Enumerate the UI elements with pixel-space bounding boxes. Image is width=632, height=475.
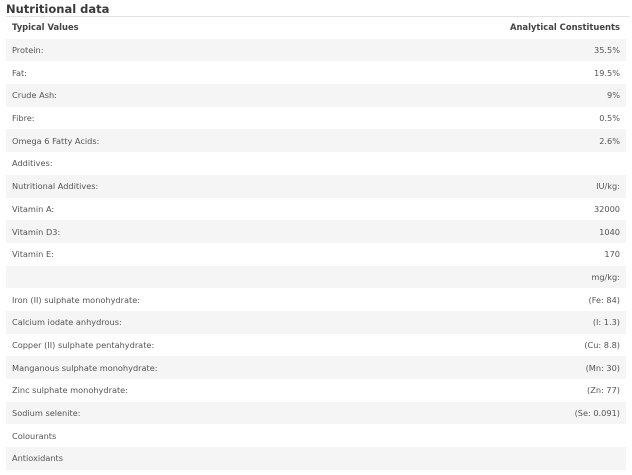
row-value: 19.5% xyxy=(593,67,620,78)
row-label: Copper (II) sulphate pentahydrate: xyxy=(12,339,155,350)
table-row: Vitamin A: 32000 xyxy=(6,198,626,221)
table-row: Sodium selenite: (Se: 0.091) xyxy=(6,401,626,425)
header-typical-values: Typical Values xyxy=(12,22,79,33)
row-label: Vitamin E: xyxy=(12,249,54,260)
row-value: 9% xyxy=(607,90,620,101)
row-label: Manganous sulphate monohydrate: xyxy=(12,362,158,373)
row-label: Vitamin D3: xyxy=(12,226,61,237)
row-value: (Se: 0.091) xyxy=(574,408,620,419)
table-row: Copper (II) sulphate pentahydrate: (Cu: … xyxy=(6,334,626,357)
row-value: (Mn: 30) xyxy=(585,362,620,373)
row-label: Omega 6 Fatty Acids: xyxy=(12,135,100,146)
row-value: 32000 xyxy=(593,203,620,214)
row-label: Antioxidants xyxy=(12,453,64,464)
table-row: Antioxidants xyxy=(6,447,626,470)
row-value: 1040 xyxy=(599,226,620,237)
row-label: Colourants xyxy=(12,430,57,441)
table-row: Iron (II) sulphate monohydrate: (Fe: 84) xyxy=(6,288,626,311)
header-analytical-constituents: Analytical Constituents xyxy=(509,22,620,33)
table-row: Protein: 35.5% xyxy=(6,38,626,62)
row-label: Additives: xyxy=(12,158,53,169)
row-label: Sodium selenite: xyxy=(12,408,81,419)
row-label: Calcium iodate anhydrous: xyxy=(12,317,122,328)
table-row: Zinc sulphate monohydrate: (Zn: 77) xyxy=(6,379,626,402)
nutritional-data-panel: Nutritional data Typical Values Analytic… xyxy=(0,0,632,475)
row-value: (I: 1.3) xyxy=(592,317,620,328)
table-row: Manganous sulphate monohydrate: (Mn: 30) xyxy=(6,356,626,379)
row-label: Nutritional Additives: xyxy=(12,181,99,192)
table-row: Additives: xyxy=(6,152,626,175)
table-row: Omega 6 Fatty Acids: 2.6% xyxy=(6,129,626,153)
table-row: Vitamin D3: 1040 xyxy=(6,220,626,243)
nutrition-table: Typical Values Analytical Constituents P… xyxy=(6,16,626,470)
row-label: Zinc sulphate monohydrate: xyxy=(12,385,128,396)
table-header-row: Typical Values Analytical Constituents xyxy=(6,16,626,39)
row-value: 2.6% xyxy=(599,135,620,146)
table-row: Nutritional Additives: IU/kg: xyxy=(6,174,626,198)
row-value: (Fe: 84) xyxy=(588,294,620,305)
row-value: 35.5% xyxy=(593,45,620,56)
row-value: 0.5% xyxy=(599,113,620,124)
table-row: Fibre: 0.5% xyxy=(6,107,626,130)
row-label: Protein: xyxy=(12,45,44,56)
row-label: Iron (II) sulphate monohydrate: xyxy=(12,294,141,305)
table-row: Crude Ash: 9% xyxy=(6,84,626,107)
row-value: IU/kg: xyxy=(596,181,620,192)
row-value: 170 xyxy=(604,249,620,260)
row-label: Fat: xyxy=(12,67,27,78)
row-label: Vitamin A: xyxy=(12,203,55,214)
table-row: Colourants xyxy=(6,424,626,447)
section-title: Nutritional data xyxy=(6,2,110,16)
table-row: Fat: 19.5% xyxy=(6,61,626,84)
row-value: (Zn: 77) xyxy=(587,385,620,396)
row-label: Fibre: xyxy=(12,113,35,124)
table-row: Calcium iodate anhydrous: (I: 1.3) xyxy=(6,310,626,334)
table-row: Vitamin E: 170 xyxy=(6,243,626,266)
row-value: mg/kg: xyxy=(591,271,620,282)
row-label: Crude Ash: xyxy=(12,90,57,101)
row-value: (Cu: 8.8) xyxy=(584,339,620,350)
table-row: mg/kg: xyxy=(6,265,626,289)
